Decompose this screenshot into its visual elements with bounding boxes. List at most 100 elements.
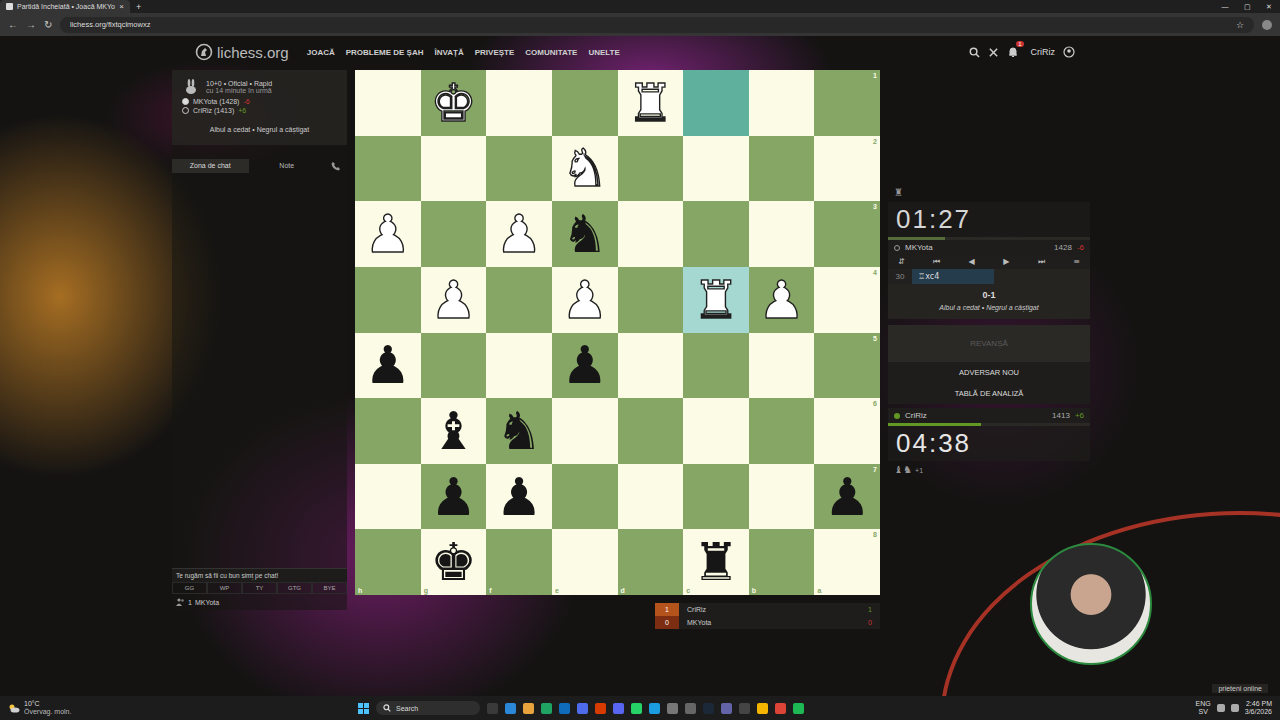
chess-piece[interactable]: ♜ bbox=[693, 536, 740, 588]
board-square[interactable] bbox=[486, 136, 552, 202]
chess-piece[interactable]: ♟ bbox=[430, 471, 477, 523]
board-square[interactable]: b bbox=[749, 529, 815, 595]
chat-tab[interactable]: Note bbox=[249, 159, 326, 173]
chess-piece[interactable]: ♟ bbox=[496, 471, 543, 523]
board-square[interactable] bbox=[355, 136, 421, 202]
board-square[interactable] bbox=[749, 201, 815, 267]
app-icon[interactable] bbox=[595, 703, 606, 714]
app-icon[interactable] bbox=[649, 703, 660, 714]
board-square[interactable]: ♟ bbox=[355, 201, 421, 267]
browser-nav-button[interactable]: ↻ bbox=[44, 19, 52, 30]
board-square[interactable]: ♞ bbox=[552, 201, 618, 267]
app-icon[interactable] bbox=[739, 703, 750, 714]
board-square[interactable] bbox=[749, 70, 815, 136]
board-square[interactable]: ♟7 bbox=[814, 464, 880, 530]
chess-piece[interactable]: ♟ bbox=[496, 208, 543, 260]
board-square[interactable]: ♚ bbox=[421, 70, 487, 136]
board-square[interactable] bbox=[421, 333, 487, 399]
board-square[interactable]: ♝ bbox=[421, 398, 487, 464]
bookmark-star-icon[interactable]: ☆ bbox=[1236, 20, 1244, 30]
info-player[interactable]: MKYota (1428)-6 bbox=[182, 98, 337, 105]
nav-item[interactable]: PRIVEȘTE bbox=[475, 48, 515, 57]
chess-piece[interactable]: ♜ bbox=[693, 274, 740, 326]
board-square[interactable] bbox=[683, 333, 749, 399]
board-square[interactable] bbox=[486, 333, 552, 399]
app-icon[interactable] bbox=[523, 703, 534, 714]
chess-piece[interactable]: ♟ bbox=[365, 208, 412, 260]
board-square[interactable] bbox=[421, 136, 487, 202]
browser-nav-button[interactable]: → bbox=[26, 19, 36, 30]
board-square[interactable] bbox=[683, 70, 749, 136]
opponent-row[interactable]: MKYota1428-6 bbox=[888, 240, 1090, 255]
board-square[interactable] bbox=[618, 398, 684, 464]
board-square[interactable] bbox=[552, 398, 618, 464]
nav-item[interactable]: ÎNVAȚĂ bbox=[435, 48, 464, 57]
board-square[interactable] bbox=[618, 267, 684, 333]
board-square[interactable]: 8a bbox=[814, 529, 880, 595]
nav-item[interactable]: UNELTE bbox=[588, 48, 619, 57]
board-square[interactable]: 6 bbox=[814, 398, 880, 464]
app-icon[interactable] bbox=[505, 703, 516, 714]
nav-item[interactable]: COMUNITATE bbox=[525, 48, 577, 57]
board-square[interactable]: h bbox=[355, 529, 421, 595]
board-square[interactable]: f bbox=[486, 529, 552, 595]
action-button[interactable]: TABLĂ DE ANALIZĂ bbox=[888, 383, 1090, 404]
nav-item[interactable]: JOACĂ bbox=[307, 48, 335, 57]
app-icon[interactable] bbox=[631, 703, 642, 714]
board-square[interactable] bbox=[749, 464, 815, 530]
app-icon[interactable] bbox=[559, 703, 570, 714]
board-square[interactable] bbox=[552, 70, 618, 136]
chess-piece[interactable]: ♟ bbox=[561, 339, 608, 391]
board-square[interactable] bbox=[355, 70, 421, 136]
board-square[interactable] bbox=[683, 136, 749, 202]
board-square[interactable]: 2 bbox=[814, 136, 880, 202]
notifications-button[interactable]: 1 bbox=[1007, 46, 1019, 58]
player-row[interactable]: CriRiz1413+6 bbox=[888, 408, 1090, 423]
app-icon[interactable] bbox=[757, 703, 768, 714]
board-square[interactable]: ♟ bbox=[421, 464, 487, 530]
rematch-button[interactable]: REVANȘĂ bbox=[888, 325, 1090, 362]
browser-nav-button[interactable]: ← bbox=[8, 19, 18, 30]
app-icon[interactable] bbox=[775, 703, 786, 714]
app-icon[interactable] bbox=[613, 703, 624, 714]
board-square[interactable]: ♜ bbox=[618, 70, 684, 136]
app-icon[interactable] bbox=[541, 703, 552, 714]
chess-piece[interactable]: ♚ bbox=[430, 77, 477, 129]
chess-piece[interactable]: ♜ bbox=[627, 77, 674, 129]
app-icon[interactable] bbox=[793, 703, 804, 714]
preset-button[interactable]: BYE bbox=[312, 582, 347, 594]
board-square[interactable]: 5 bbox=[814, 333, 880, 399]
board-square[interactable] bbox=[618, 136, 684, 202]
board-square[interactable]: ♟ bbox=[486, 464, 552, 530]
board-square[interactable] bbox=[421, 201, 487, 267]
tab-close-button[interactable]: × bbox=[119, 2, 124, 11]
search-icon[interactable] bbox=[969, 47, 980, 58]
board-square[interactable]: ♜ bbox=[683, 267, 749, 333]
url-field[interactable]: lichess.org/flxtqclmowxz☆ bbox=[60, 17, 1254, 33]
board-square[interactable] bbox=[749, 333, 815, 399]
phone-icon[interactable] bbox=[331, 161, 341, 171]
preset-button[interactable]: TY bbox=[242, 582, 277, 594]
friends-online-button[interactable]: prieteni online bbox=[1212, 684, 1268, 693]
chess-piece[interactable]: ♝ bbox=[430, 405, 477, 457]
window-control-button[interactable]: ▢ bbox=[1236, 3, 1258, 11]
board-square[interactable]: ♟ bbox=[486, 201, 552, 267]
chess-piece[interactable]: ♟ bbox=[561, 274, 608, 326]
app-icon[interactable] bbox=[487, 703, 498, 714]
chess-piece[interactable]: ♞ bbox=[496, 405, 543, 457]
language-indicator[interactable]: ENGSV bbox=[1196, 700, 1211, 715]
board-square[interactable] bbox=[749, 136, 815, 202]
action-button[interactable]: ADVERSAR NOU bbox=[888, 362, 1090, 383]
preset-button[interactable]: GG bbox=[172, 582, 207, 594]
chess-piece[interactable]: ♟ bbox=[430, 274, 477, 326]
board-square[interactable]: ♟ bbox=[355, 333, 421, 399]
board-square[interactable]: ♚g bbox=[421, 529, 487, 595]
taskbar-search[interactable]: Search bbox=[376, 701, 480, 715]
board-square[interactable] bbox=[683, 464, 749, 530]
taskbar-clock[interactable]: 2:46 PM3/6/2026 bbox=[1245, 700, 1272, 715]
windows-start-icon[interactable] bbox=[358, 703, 369, 714]
chess-piece[interactable]: ♟ bbox=[824, 471, 871, 523]
board-square[interactable]: 3 bbox=[814, 201, 880, 267]
browser-tab[interactable]: Partidă încheiată • Joacă MKYo× bbox=[0, 0, 130, 13]
close-cross-icon[interactable] bbox=[988, 47, 999, 58]
